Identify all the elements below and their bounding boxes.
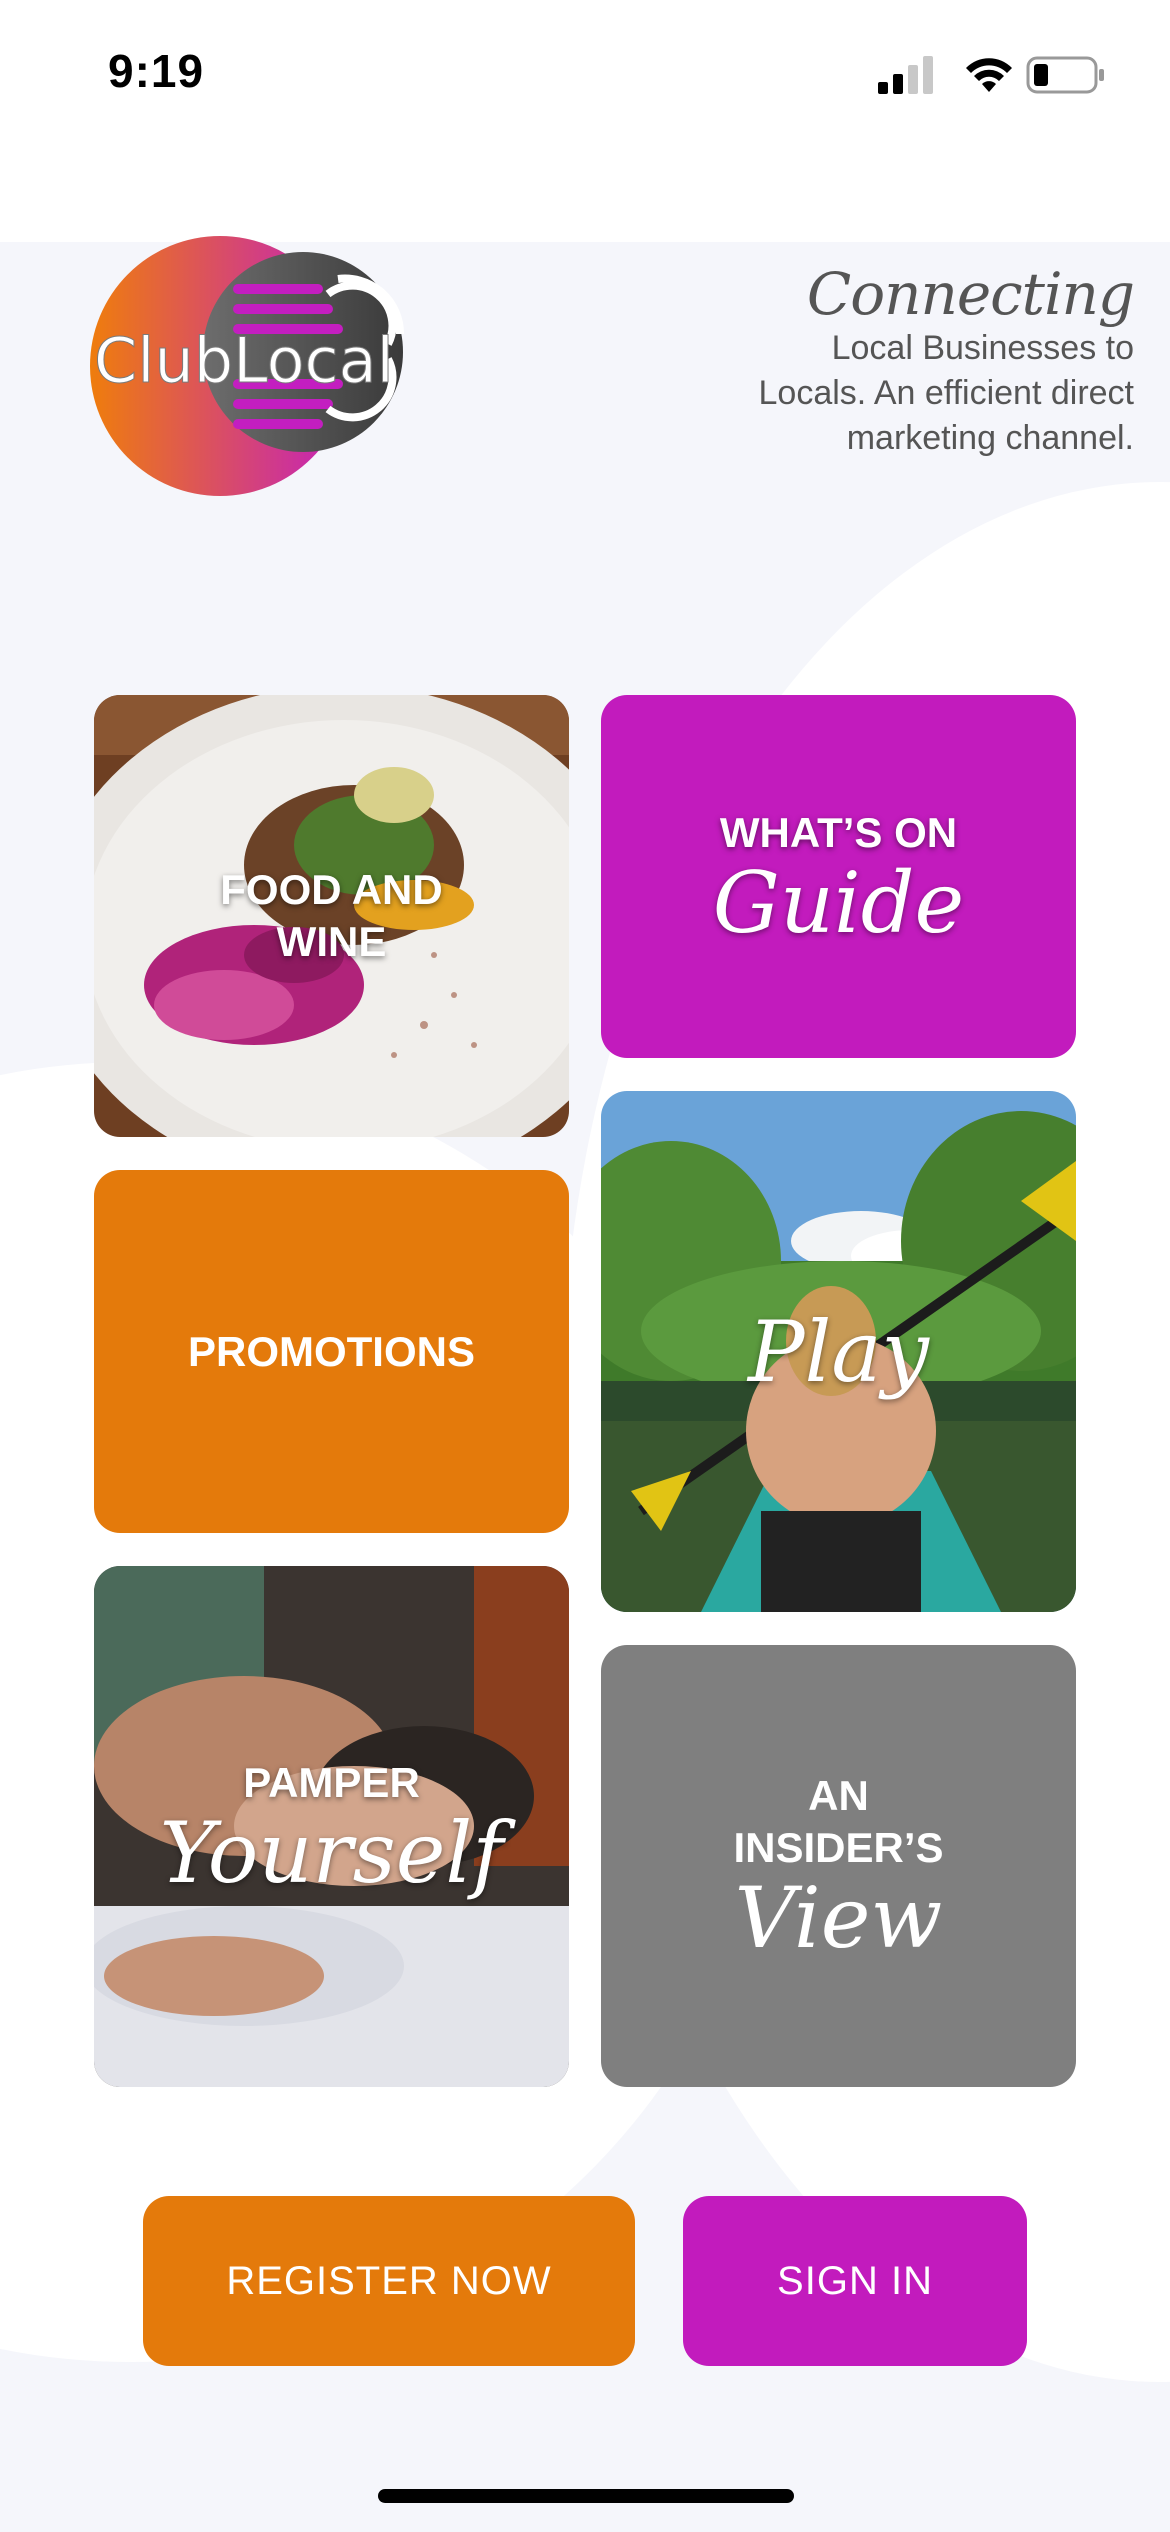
- tile-insiders-view[interactable]: AN INSIDER’S View: [601, 1645, 1076, 2087]
- tagline: Connecting Local Businesses to Locals. A…: [694, 260, 1135, 461]
- whatson-script: Guide: [712, 853, 965, 952]
- register-now-button[interactable]: REGISTER NOW: [143, 2196, 635, 2366]
- food-caption-line-1: FOOD AND: [220, 866, 443, 913]
- promotions-caption: PROMOTIONS: [187, 1327, 475, 1375]
- signal-icon: [878, 56, 933, 94]
- tagline-script: Connecting: [806, 260, 1135, 328]
- tagline-line-3: marketing channel.: [846, 419, 1134, 457]
- tagline-line-1: Local Businesses to: [831, 329, 1134, 367]
- pamper-script: Yourself: [159, 1803, 504, 1902]
- status-time: 9:19: [108, 45, 205, 97]
- play-script: Play: [748, 1302, 929, 1401]
- clublocal-logo: ClubLocal: [90, 236, 405, 496]
- insider-caption-line-1: AN: [808, 1772, 869, 1819]
- home-indicator[interactable]: [378, 2489, 794, 2503]
- tile-food-and-wine[interactable]: FOOD AND WINE: [94, 695, 569, 1137]
- tile-pamper-yourself[interactable]: PAMPER Yourself: [94, 1566, 569, 2087]
- whatson-caption: WHAT’S ON: [719, 808, 958, 856]
- insider-script: View: [734, 1869, 943, 1967]
- status-bar: 9:19: [0, 0, 1170, 150]
- wifi-icon: [966, 58, 1012, 92]
- food-caption-line-2: WINE: [276, 918, 387, 965]
- insider-caption-line-2: INSIDER’S: [733, 1824, 944, 1871]
- tagline-line-2: Locals. An efficient direct: [758, 374, 1134, 412]
- sign-in-button[interactable]: SIGN IN: [683, 2196, 1027, 2366]
- tile-play[interactable]: Play: [601, 1091, 1076, 1612]
- tile-whats-on-guide[interactable]: WHAT’S ON Guide: [601, 695, 1076, 1058]
- battery-icon: [1026, 56, 1104, 94]
- pamper-caption: PAMPER: [243, 1758, 420, 1806]
- tile-promotions[interactable]: PROMOTIONS: [94, 1170, 569, 1533]
- logo-text: ClubLocal: [94, 324, 394, 397]
